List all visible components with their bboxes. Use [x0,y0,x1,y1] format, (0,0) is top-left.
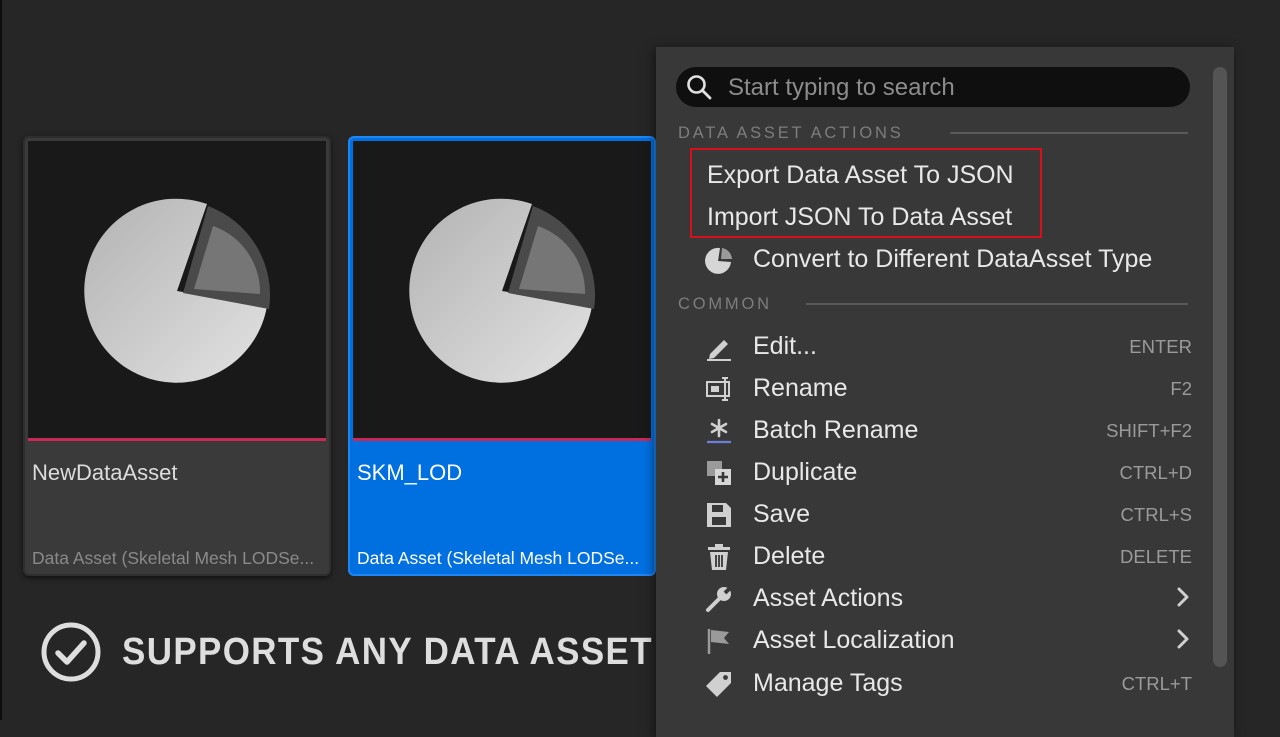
rename-icon [706,377,730,401]
section-divider [950,132,1188,134]
menu-item-rename[interactable]: Rename F2 [696,368,1196,408]
menu-item-asset-localization[interactable]: Asset Localization [696,620,1196,660]
menu-item-label: Delete [753,542,826,570]
menu-item-label: Batch Rename [753,416,919,444]
highlight-box [690,148,1042,238]
menu-item-label: Save [753,500,810,528]
section-header-data-asset-actions: DATA ASSET ACTIONS [678,124,904,142]
menu-item-label: Rename [753,374,848,402]
search-icon [687,75,712,100]
data-asset-pie-icon [84,198,271,383]
duplicate-icon [707,461,731,485]
asset-tile-newdataasset[interactable]: NewDataAsset Data Asset (Skeletal Mesh L… [23,136,331,576]
menu-item-save[interactable]: Save CTRL+S [696,494,1196,534]
pie-chart-icon [705,247,732,274]
shortcut-label: CTRL+T [1121,673,1192,694]
menu-item-label: Asset Actions [753,584,904,612]
asterisk-icon [707,418,731,444]
search-input[interactable] [726,70,1180,106]
menu-item-edit[interactable]: Edit... ENTER [696,326,1196,366]
menu-item-batch-rename[interactable]: Batch Rename SHIFT+F2 [696,410,1196,450]
section-header-common: COMMON [678,295,772,313]
tag-icon [706,672,731,697]
menu-item-convert-type[interactable]: Convert to Different DataAsset Type [696,239,1196,279]
shortcut-label: SHIFT+F2 [1106,420,1192,441]
shortcut-label: DELETE [1120,546,1192,567]
menu-item-label: Convert to Different DataAsset Type [753,245,1153,273]
flag-icon [707,629,729,654]
asset-thumbnail [28,141,326,441]
asset-type-color-bar [353,438,651,441]
menu-item-label: Asset Localization [753,626,955,654]
chevron-right-icon [1177,587,1189,607]
menu-item-asset-actions[interactable]: Asset Actions [696,578,1196,618]
shortcut-label: CTRL+D [1119,462,1192,483]
wrench-icon [706,585,733,612]
floppy-icon [707,503,731,527]
asset-type-color-bar [28,438,326,441]
asset-type: Data Asset (Skeletal Mesh LODSe... [32,548,315,568]
asset-name: SKM_LOD [357,460,463,485]
trash-icon [708,544,730,570]
feature-banner: SUPPORTS ANY DATA ASSET [40,620,699,684]
context-menu: DATA ASSET ACTIONS Export Data Asset To … [656,47,1234,737]
asset-name: NewDataAsset [32,460,178,485]
menu-scrollbar[interactable] [1213,67,1227,667]
section-divider [806,303,1188,305]
banner-text: SUPPORTS ANY DATA ASSET [122,630,653,673]
shortcut-label: F2 [1170,378,1192,399]
menu-item-label: Duplicate [753,458,858,486]
pencil-icon [707,340,731,361]
data-asset-pie-icon [409,198,596,383]
window-edge [0,0,2,720]
menu-item-manage-tags[interactable]: Manage Tags CTRL+T [696,663,1196,703]
asset-tile-skm-lod[interactable]: SKM_LOD Data Asset (Skeletal Mesh LODSe.… [348,136,656,576]
menu-item-duplicate[interactable]: Duplicate CTRL+D [696,452,1196,492]
asset-thumbnail [353,141,651,441]
menu-item-delete[interactable]: Delete DELETE [696,536,1196,576]
check-circle-icon [41,622,101,682]
chevron-right-icon [1177,629,1189,649]
shortcut-label: ENTER [1129,336,1192,357]
asset-type: Data Asset (Skeletal Mesh LODSe... [357,548,640,568]
shortcut-label: CTRL+S [1120,504,1192,525]
menu-item-label: Manage Tags [753,669,903,697]
menu-item-label: Edit... [753,332,817,360]
search-box [676,67,1190,107]
